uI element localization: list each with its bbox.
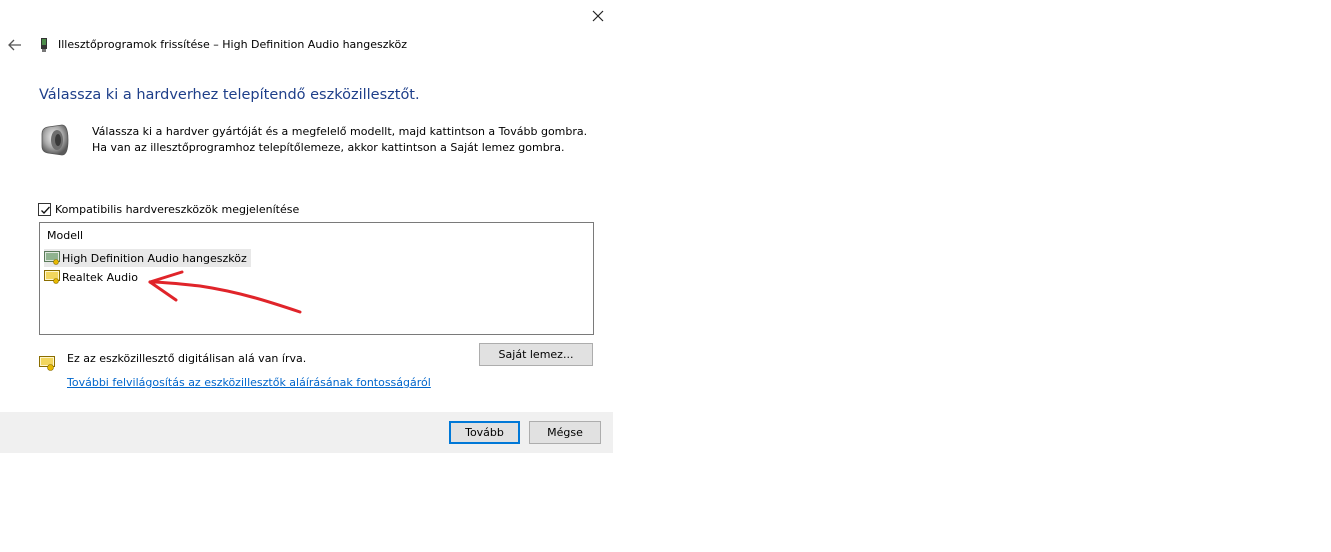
have-disk-button[interactable]: Saját lemez... (479, 343, 593, 366)
cancel-button[interactable]: Mégse (529, 421, 601, 444)
compatible-hardware-label[interactable]: Kompatibilis hardvereszközök megjeleníté… (55, 203, 299, 216)
speaker-icon (41, 124, 69, 156)
driver-certificate-icon (44, 251, 60, 265)
back-arrow-icon (8, 39, 21, 51)
model-column-header: Modell (47, 229, 84, 242)
window-title: Illesztőprogramok frissítése – High Defi… (58, 38, 407, 51)
model-item-realtek-audio[interactable]: Realtek Audio (44, 268, 142, 286)
next-button[interactable]: Tovább (449, 421, 520, 444)
compatible-hardware-checkbox-row[interactable]: Kompatibilis hardvereszközök megjeleníté… (38, 201, 299, 217)
close-icon (592, 10, 604, 22)
close-button[interactable] (588, 6, 608, 26)
checkmark-icon (41, 206, 50, 214)
model-item-label: Realtek Audio (62, 270, 138, 284)
dialog-footer (0, 412, 613, 453)
model-item-hd-audio[interactable]: High Definition Audio hangeszköz (44, 249, 251, 267)
back-button[interactable] (6, 36, 24, 54)
signed-driver-icon (39, 356, 55, 371)
update-driver-dialog: Illesztőprogramok frissítése – High Defi… (0, 0, 613, 453)
driver-certificate-icon (44, 270, 60, 284)
signature-status-text: Ez az eszközillesztő digitálisan alá van… (67, 352, 307, 365)
page-heading: Válassza ki a hardverhez telepítendő esz… (39, 87, 420, 103)
compatible-hardware-checkbox[interactable] (38, 202, 51, 216)
model-listbox[interactable]: Modell High Definition Audio hangeszköz … (39, 222, 594, 335)
signing-info-link[interactable]: További felvilágosítás az eszközillesztő… (67, 376, 431, 389)
device-manager-icon (41, 38, 47, 52)
instructions-text: Válassza ki a hardver gyártóját és a meg… (92, 125, 588, 154)
model-item-label: High Definition Audio hangeszköz (62, 251, 247, 265)
